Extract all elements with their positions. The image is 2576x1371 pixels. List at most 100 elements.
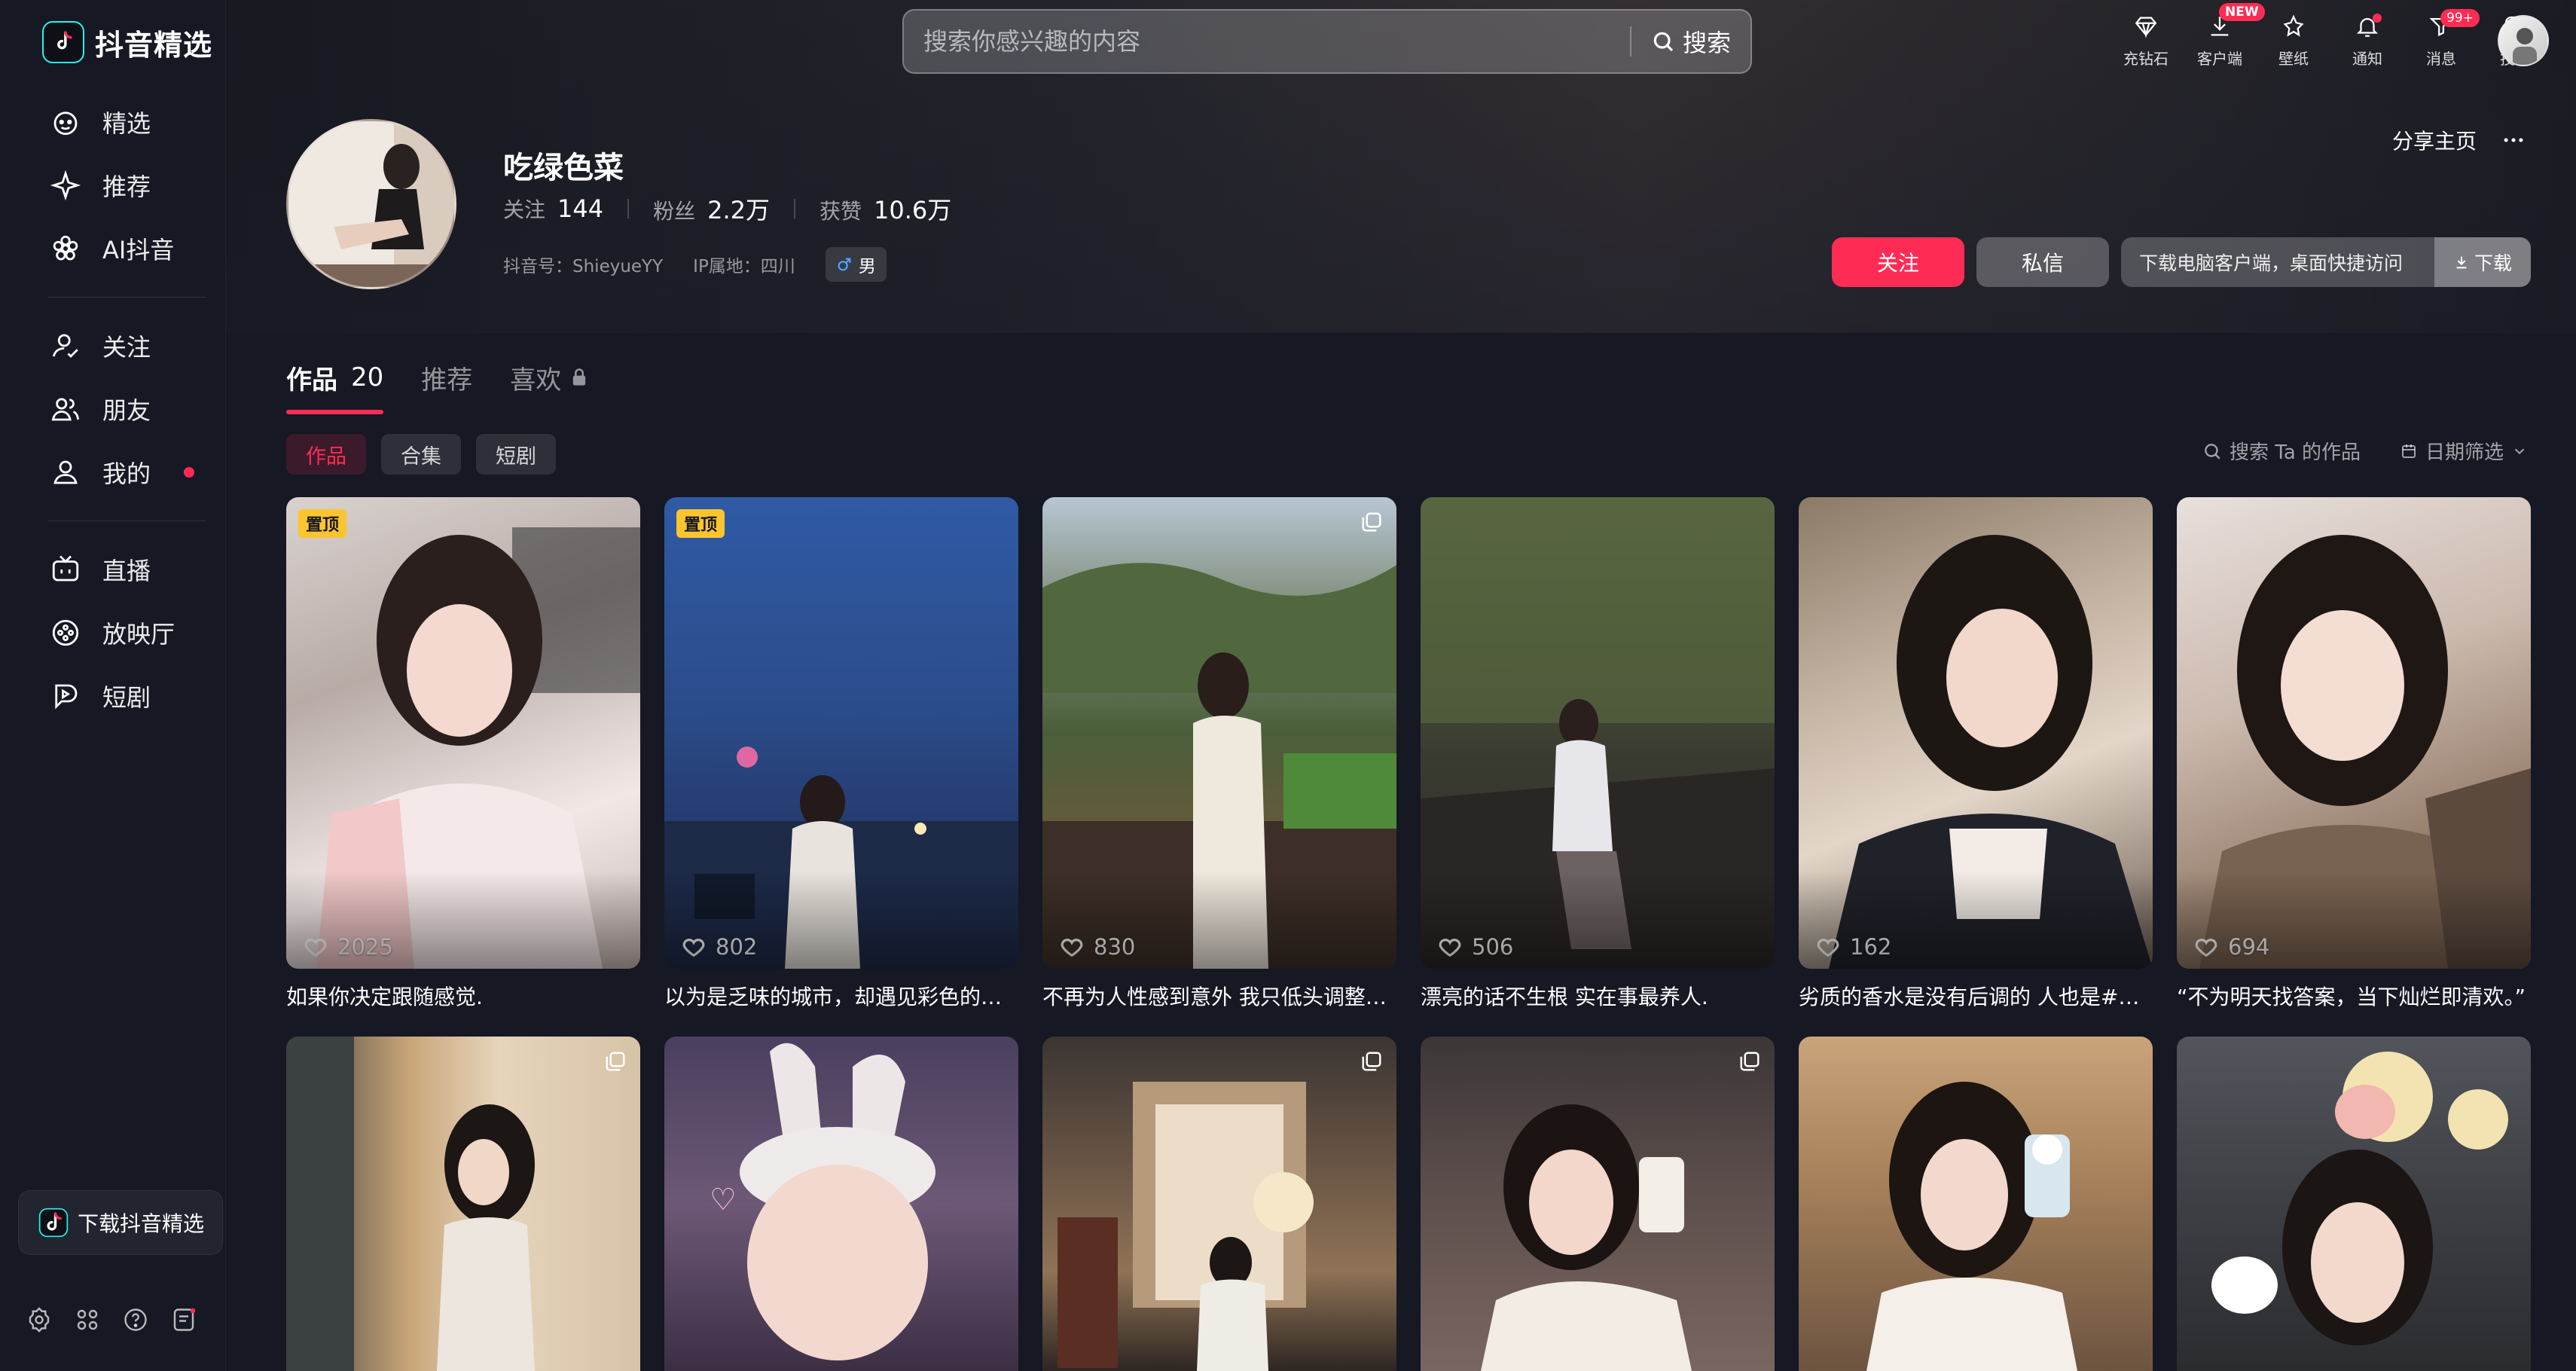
search-button[interactable]: 搜索 (1631, 24, 1750, 59)
follow-button[interactable]: 关注 (1832, 237, 1964, 287)
avatar-image (288, 121, 454, 287)
notification-dot (184, 467, 195, 478)
following-stat[interactable]: 关注 144 (503, 194, 603, 224)
sidebar-item-ai-douyin[interactable]: AI抖音 (0, 217, 226, 280)
download-icon (2456, 256, 2467, 269)
short-drama-icon (55, 684, 78, 710)
chip-collections[interactable]: 合集 (381, 434, 461, 475)
message-button-profile[interactable]: 私信 (1976, 237, 2109, 287)
video-card[interactable]: 506 (1421, 497, 1775, 969)
profile-meta: 抖音号：ShieyueYY IP属地：四川 男 (503, 247, 887, 282)
tab-recommend[interactable]: 推荐 (421, 351, 472, 404)
tab-label: 喜欢 (510, 365, 562, 395)
date-filter-button[interactable]: 日期筛选 (2400, 437, 2528, 465)
video-card[interactable] (1042, 1037, 1396, 1371)
brand[interactable]: 抖音精选 (42, 20, 212, 65)
video-thumbnail (2211, 1052, 2508, 1345)
video-card[interactable]: 162 (1799, 497, 2153, 969)
video-card[interactable]: 830 (1042, 497, 1396, 969)
like-count-value: 802 (716, 934, 758, 960)
following-count: 144 (557, 194, 604, 223)
sidebar-item-cinema[interactable]: 放映厅 (0, 601, 226, 664)
wallpaper-button[interactable]: 壁纸 (2270, 14, 2317, 69)
video-card[interactable]: 694 (2177, 497, 2531, 969)
share-homepage-button[interactable]: 分享主页 (2392, 125, 2477, 155)
video-card[interactable]: 置顶 2025 (286, 497, 640, 969)
video-caption[interactable]: 漂亮的话不生根 实在事最养人. (1421, 981, 1775, 1011)
sidebar-item-friends[interactable]: 朋友 (0, 377, 226, 441)
video-card[interactable] (1799, 1037, 2153, 1371)
profile-stats: 关注 144 粉丝 2.2万 获赞 10.6万 (503, 191, 951, 226)
video-card[interactable]: ♡ (664, 1037, 1018, 1371)
more-icon[interactable] (2501, 127, 2526, 153)
gender-tag: 男 (825, 247, 887, 282)
tab-label: 作品 (286, 365, 337, 395)
video-thumbnail (1481, 1104, 1692, 1371)
download-app-button[interactable]: 下载抖音精选 (18, 1190, 223, 1255)
sidebar-item-recommend[interactable]: 推荐 (0, 154, 226, 217)
recharge-diamond-button[interactable]: 充钻石 (2123, 14, 2169, 69)
sidebar-nav: 精选 推荐 AI抖音 关注 朋友 我的 直播 放映厅 短剧 (0, 90, 226, 728)
video-thumbnail (286, 1037, 535, 1371)
like-count: 2025 (303, 934, 393, 960)
video-caption[interactable]: “不为明天找答案，当下灿烂即清欢。” (2177, 981, 2531, 1011)
profile-avatar[interactable] (286, 119, 456, 289)
help-icon[interactable] (122, 1306, 149, 1333)
tab-count: 20 (351, 362, 384, 392)
client-download-button[interactable]: NEW 客户端 (2196, 3, 2265, 69)
message-button[interactable]: 99+ 消息 (2418, 9, 2480, 69)
diamond-icon (2135, 17, 2157, 38)
like-count: 162 (1815, 934, 1891, 960)
sidebar-item-follow[interactable]: 关注 (0, 314, 226, 377)
search-works-button[interactable]: 搜索 Ta 的作品 (2202, 437, 2361, 465)
settings-icon[interactable] (26, 1306, 53, 1333)
apps-icon[interactable] (74, 1306, 101, 1333)
user-avatar[interactable] (2498, 15, 2549, 66)
followers-stat[interactable]: 粉丝 2.2万 (653, 191, 770, 226)
search-works-label: 搜索 Ta 的作品 (2230, 441, 2361, 464)
chip-works[interactable]: 作品 (286, 434, 366, 475)
video-card[interactable]: 置顶 802 (664, 497, 1018, 969)
like-count: 694 (2193, 934, 2269, 960)
date-filter-label: 日期筛选 (2425, 441, 2504, 464)
tab-likes[interactable]: 喜欢 (510, 351, 590, 404)
sidebar-item-label: 精选 (102, 109, 151, 138)
message-count-badge: 99+ (2440, 9, 2480, 27)
video-caption[interactable]: 劣质的香水是没有后调的 人也是#… (1799, 981, 2153, 1011)
tool-label: 充钻石 (2123, 50, 2169, 68)
like-count-value: 506 (1472, 934, 1514, 960)
tab-works[interactable]: 作品 20 (286, 351, 384, 414)
video-card[interactable] (1421, 1037, 1775, 1371)
like-count-value: 830 (1094, 934, 1136, 960)
search-input[interactable] (904, 11, 1630, 72)
video-card[interactable] (286, 1037, 640, 1371)
video-card[interactable] (2177, 1037, 2531, 1371)
user-icon (53, 460, 78, 484)
download-button[interactable]: 下载 (2434, 237, 2531, 287)
video-thumbnail (1421, 497, 1775, 969)
sidebar-item-featured[interactable]: 精选 (0, 90, 226, 154)
sidebar: 抖音精选 精选 推荐 AI抖音 关注 朋友 我的 直播 放映厅 短剧 下载抖音精… (0, 0, 226, 1371)
share-area: 分享主页 (2392, 125, 2526, 155)
search-icon (1653, 32, 1674, 52)
heart-icon (682, 939, 705, 957)
video-caption[interactable]: 如果你决定跟随感觉. (286, 981, 640, 1011)
nav-divider (48, 297, 206, 298)
sidebar-item-short-drama[interactable]: 短剧 (0, 664, 226, 728)
followers-label: 粉丝 (653, 199, 696, 224)
sidebar-item-label: 放映厅 (102, 620, 175, 649)
sidebar-item-live[interactable]: 直播 (0, 538, 226, 601)
video-caption[interactable]: 不再为人性感到意外 我只低头调整… (1042, 981, 1396, 1011)
like-count-value: 162 (1850, 934, 1892, 960)
tool-label: 客户端 (2197, 50, 2242, 68)
search-button-label: 搜索 (1682, 29, 1731, 57)
notification-button[interactable]: 通知 (2344, 14, 2391, 69)
tab-label: 推荐 (421, 365, 473, 395)
sidebar-item-label: 直播 (102, 557, 151, 585)
download-app-label: 下载抖音精选 (78, 1211, 205, 1236)
video-caption[interactable]: 以为是乏味的城市，却遇见彩色的… (664, 981, 1018, 1011)
like-count-value: 694 (2228, 934, 2270, 960)
sidebar-item-mine[interactable]: 我的 (0, 441, 226, 504)
chip-short-drama[interactable]: 短剧 (476, 434, 556, 475)
feedback-icon[interactable] (170, 1306, 197, 1333)
